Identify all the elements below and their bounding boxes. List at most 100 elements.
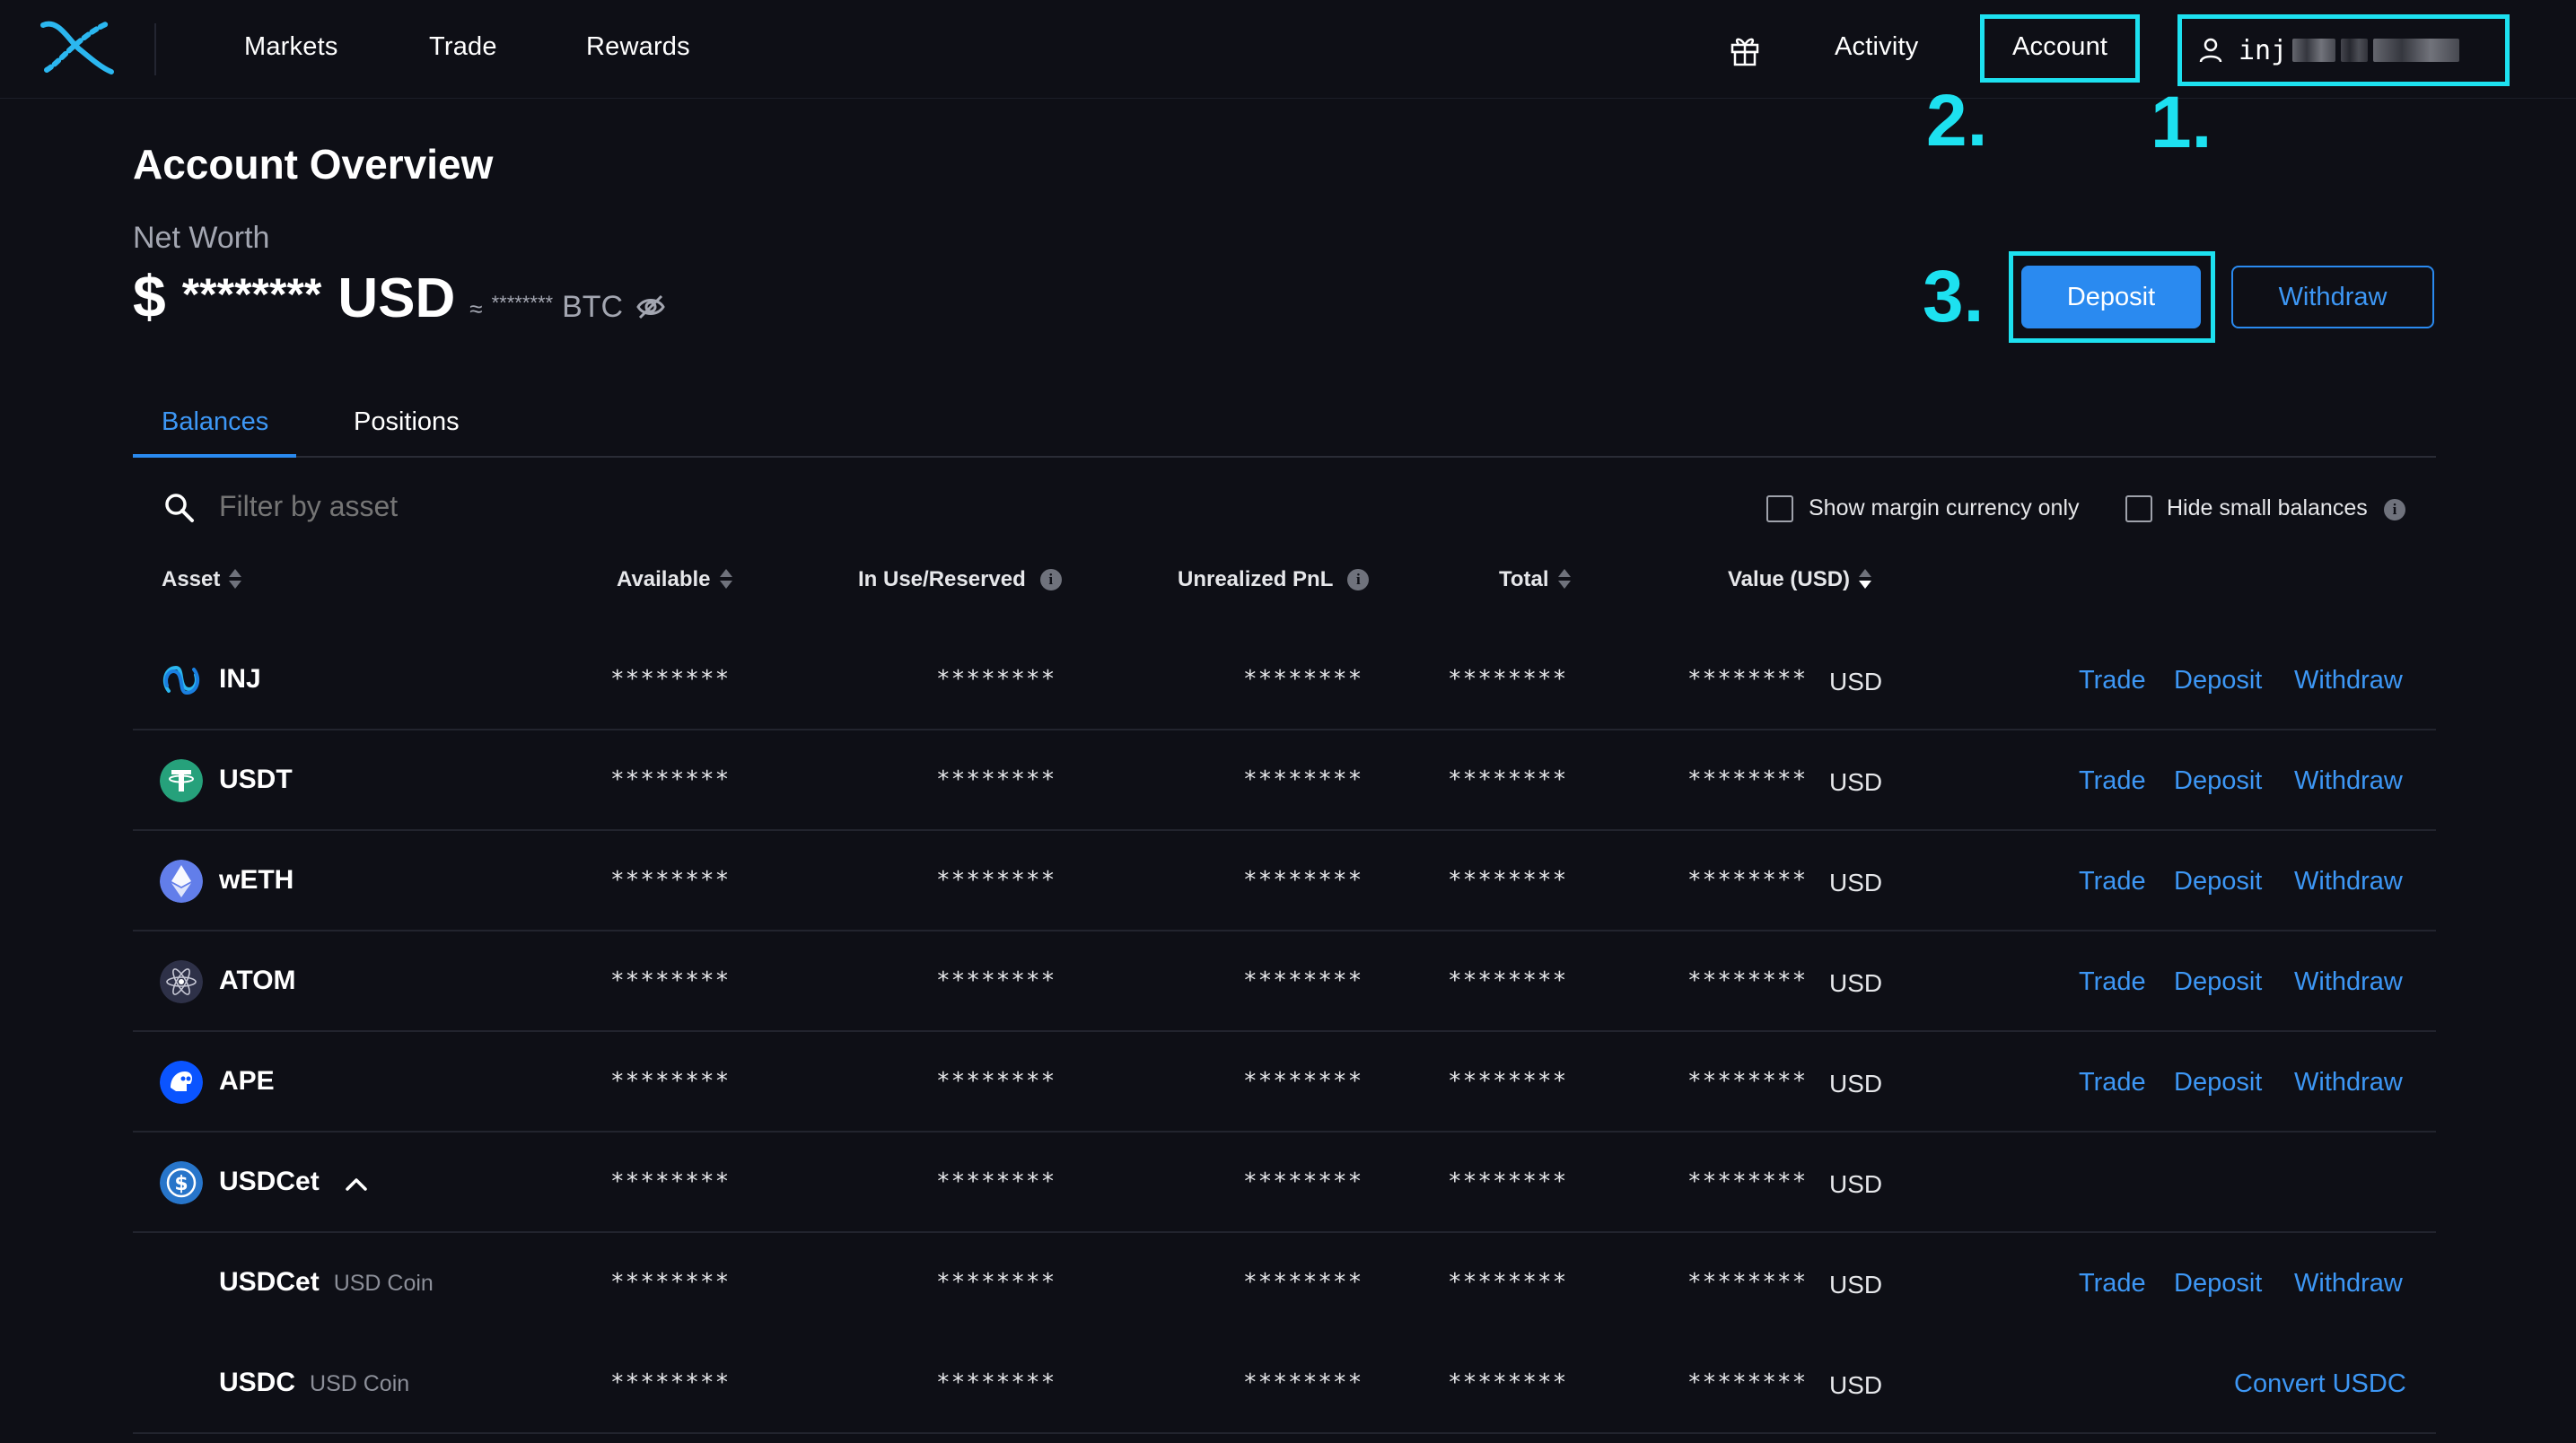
withdraw-link[interactable]: Withdraw xyxy=(2294,1269,2403,1299)
usd-label: USD xyxy=(1829,869,1883,896)
nav-markets[interactable]: Markets xyxy=(244,32,338,62)
net-worth-label: Net Worth xyxy=(133,221,270,255)
net-worth-currency: USD xyxy=(337,267,456,329)
in-use-value: ******** xyxy=(936,967,1056,994)
sort-icon xyxy=(718,567,734,592)
withdraw-button[interactable]: Withdraw xyxy=(2231,266,2434,328)
svg-text:$: $ xyxy=(174,1173,188,1195)
search-icon xyxy=(165,494,194,522)
show-margin-checkbox[interactable] xyxy=(1766,495,1793,522)
asset-name: INJ xyxy=(219,664,261,694)
col-in-use: In Use/Reserved i xyxy=(858,567,1062,592)
table-row-group[interactable]: $ USDCet ******** ******** ******** ****… xyxy=(133,1133,2436,1233)
usd-label: USD xyxy=(1829,1070,1883,1098)
show-margin-label: Show margin currency only xyxy=(1809,495,2080,520)
col-available-label: Available xyxy=(617,567,711,591)
asset-name: wETH xyxy=(219,865,294,895)
deposit-link[interactable]: Deposit xyxy=(2174,1068,2262,1098)
total-value: ******** xyxy=(1448,766,1568,793)
available-value: ******** xyxy=(610,1168,731,1195)
withdraw-link[interactable]: Withdraw xyxy=(2294,1068,2403,1098)
total-value: ******** xyxy=(1448,867,1568,894)
available-value: ******** xyxy=(610,967,731,994)
sort-desc-icon xyxy=(1857,567,1873,592)
net-worth-value: $ ******** USD ≈ ******** BTC xyxy=(133,262,666,330)
deposit-link[interactable]: Deposit xyxy=(2174,867,2262,896)
trade-link[interactable]: Trade xyxy=(2079,1269,2146,1299)
table-row: wETH ******** ******** ******** ********… xyxy=(133,831,2436,931)
annotation-2: 2. xyxy=(1926,80,1988,162)
pnl-value: ******** xyxy=(1243,867,1363,894)
deposit-link[interactable]: Deposit xyxy=(2174,967,2262,997)
tab-positions[interactable]: Positions xyxy=(354,407,460,437)
withdraw-link[interactable]: Withdraw xyxy=(2294,867,2403,896)
deposit-button[interactable]: Deposit xyxy=(2021,266,2201,328)
gift-icon[interactable] xyxy=(1729,34,1761,66)
filter-asset-input[interactable] xyxy=(219,490,668,523)
trade-link[interactable]: Trade xyxy=(2079,1068,2146,1098)
info-icon[interactable]: i xyxy=(2384,499,2405,520)
asset-name: USDC USD Coin xyxy=(219,1368,409,1398)
injective-logo[interactable] xyxy=(39,18,115,77)
withdraw-link[interactable]: Withdraw xyxy=(2294,967,2403,997)
hide-small-label: Hide small balances xyxy=(2167,495,2368,520)
col-value-label: Value (USD) xyxy=(1728,567,1851,591)
tabs-divider xyxy=(133,456,2436,458)
nav-rewards[interactable]: Rewards xyxy=(586,32,690,62)
usd-label: USD xyxy=(1829,969,1883,997)
hide-small-checkbox[interactable] xyxy=(2125,495,2152,522)
trade-link[interactable]: Trade xyxy=(2079,766,2146,796)
available-value: ******** xyxy=(610,1068,731,1095)
btc-label: BTC xyxy=(562,290,624,324)
nav-trade[interactable]: Trade xyxy=(429,32,497,62)
table-row: APE ******** ******** ******** ******** … xyxy=(133,1032,2436,1133)
convert-usdc-link[interactable]: Convert USDC xyxy=(2234,1369,2406,1399)
annotation-box-wallet xyxy=(2177,14,2510,86)
nav-divider xyxy=(154,23,156,75)
trade-link[interactable]: Trade xyxy=(2079,867,2146,896)
chevron-up-icon[interactable] xyxy=(345,1176,368,1192)
total-value: ******** xyxy=(1448,967,1568,994)
in-use-value: ******** xyxy=(936,766,1056,793)
asset-fullname: USD Coin xyxy=(333,1271,434,1296)
inj-coin-icon xyxy=(162,665,200,695)
col-available[interactable]: Available xyxy=(617,567,734,592)
col-total[interactable]: Total xyxy=(1499,567,1573,592)
available-value: ******** xyxy=(610,766,731,793)
info-icon[interactable]: i xyxy=(1347,569,1370,590)
in-use-value: ******** xyxy=(936,666,1056,693)
asset-fullname: USD Coin xyxy=(310,1371,410,1396)
in-use-value: ******** xyxy=(936,867,1056,894)
trade-link[interactable]: Trade xyxy=(2079,967,2146,997)
col-unrealized-pnl: Unrealized PnL i xyxy=(1178,567,1370,592)
asset-name: USDT xyxy=(219,765,293,794)
sort-icon xyxy=(227,567,243,592)
total-value: ******** xyxy=(1448,1068,1568,1095)
table-subrow: USDCet USD Coin ******** ******** *******… xyxy=(133,1233,2436,1334)
withdraw-link[interactable]: Withdraw xyxy=(2294,766,2403,796)
atom-coin-icon xyxy=(160,960,203,1003)
usd-value: ******** xyxy=(1687,1168,1808,1195)
nav-activity[interactable]: Activity xyxy=(1835,32,1918,62)
col-pnl-label: Unrealized PnL xyxy=(1178,567,1334,591)
deposit-link[interactable]: Deposit xyxy=(2174,666,2262,695)
col-value-usd[interactable]: Value (USD) xyxy=(1728,567,1873,592)
usd-label: USD xyxy=(1829,1371,1883,1399)
withdraw-link[interactable]: Withdraw xyxy=(2294,666,2403,695)
deposit-link[interactable]: Deposit xyxy=(2174,766,2262,796)
btc-masked: ******** xyxy=(491,292,554,314)
trade-link[interactable]: Trade xyxy=(2079,666,2146,695)
usd-value: ******** xyxy=(1687,766,1808,793)
usd-label: USD xyxy=(1829,1271,1883,1299)
usd-value: ******** xyxy=(1687,1369,1808,1396)
eye-off-icon[interactable] xyxy=(635,293,666,320)
usd-value: ******** xyxy=(1687,1068,1808,1095)
deposit-link[interactable]: Deposit xyxy=(2174,1269,2262,1299)
usdt-coin-icon xyxy=(160,759,203,802)
col-asset[interactable]: Asset xyxy=(162,567,243,592)
total-value: ******** xyxy=(1448,1369,1568,1396)
info-icon[interactable]: i xyxy=(1039,569,1062,590)
annotation-box-account xyxy=(1980,14,2140,83)
page-title: Account Overview xyxy=(133,141,494,188)
tab-balances[interactable]: Balances xyxy=(162,407,268,437)
